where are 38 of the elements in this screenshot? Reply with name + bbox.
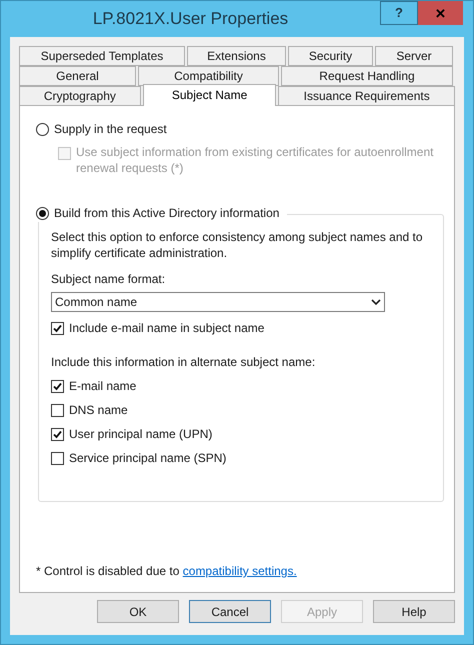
window-title: LP.8021X.User Properties [92,8,290,30]
checkbox[interactable] [51,404,64,416]
help-button[interactable]: ? [380,1,418,25]
tab[interactable]: Extensions [187,46,286,66]
tab[interactable]: Security [288,46,373,66]
dialog-button[interactable]: Cancel [189,600,271,623]
radio-button[interactable] [36,122,49,136]
radio-button[interactable] [36,206,49,220]
compatibility-settings-link[interactable]: compatibility settings. [182,564,297,578]
close-button[interactable]: × [418,1,463,25]
tab[interactable]: Request Handling [281,66,453,86]
tab[interactable]: Compatibility [138,66,279,86]
tab[interactable]: Issuance Requirements [278,86,455,106]
radio-label: Build from this Active Directory information [54,205,280,222]
chevron-down-icon [371,298,381,306]
dialog-button[interactable]: Help [373,600,455,623]
radio-label: Supply in the request [54,121,167,138]
subject-name-format-dropdown[interactable]: Common name [51,292,385,312]
checkbox-label: E-mail name [69,378,136,395]
checkbox-label: Include e-mail name in subject name [69,320,264,337]
tab[interactable]: Superseded Templates [19,46,185,66]
footnote-text: * Control is disabled due to compatibility settings. [36,563,297,580]
field-label: Subject name format: [51,271,166,288]
tab[interactable]: Cryptography [19,86,141,106]
checkbox-label: Use subject information from existing certificates for autoenrollment renewal requests (*) [76,144,434,176]
checkbox-label: User principal name (UPN) [69,426,212,443]
checkbox[interactable] [51,322,64,334]
checkbox-label: Service principal name (SPN) [69,450,226,467]
checkbox[interactable] [51,380,64,392]
description-text: Select this option to enforce consistency among subject names and to simplify certificate administration. [51,229,424,261]
tab[interactable]: Subject Name [142,84,276,106]
section-label: Include this information in alternate subject name: [51,354,316,371]
tab[interactable]: General [19,66,136,86]
checkbox-label: DNS name [69,402,128,419]
tab[interactable]: Server [375,46,453,66]
checkbox[interactable] [51,428,64,440]
dialog-button[interactable]: OK [97,600,179,623]
checkbox[interactable] [51,452,64,464]
